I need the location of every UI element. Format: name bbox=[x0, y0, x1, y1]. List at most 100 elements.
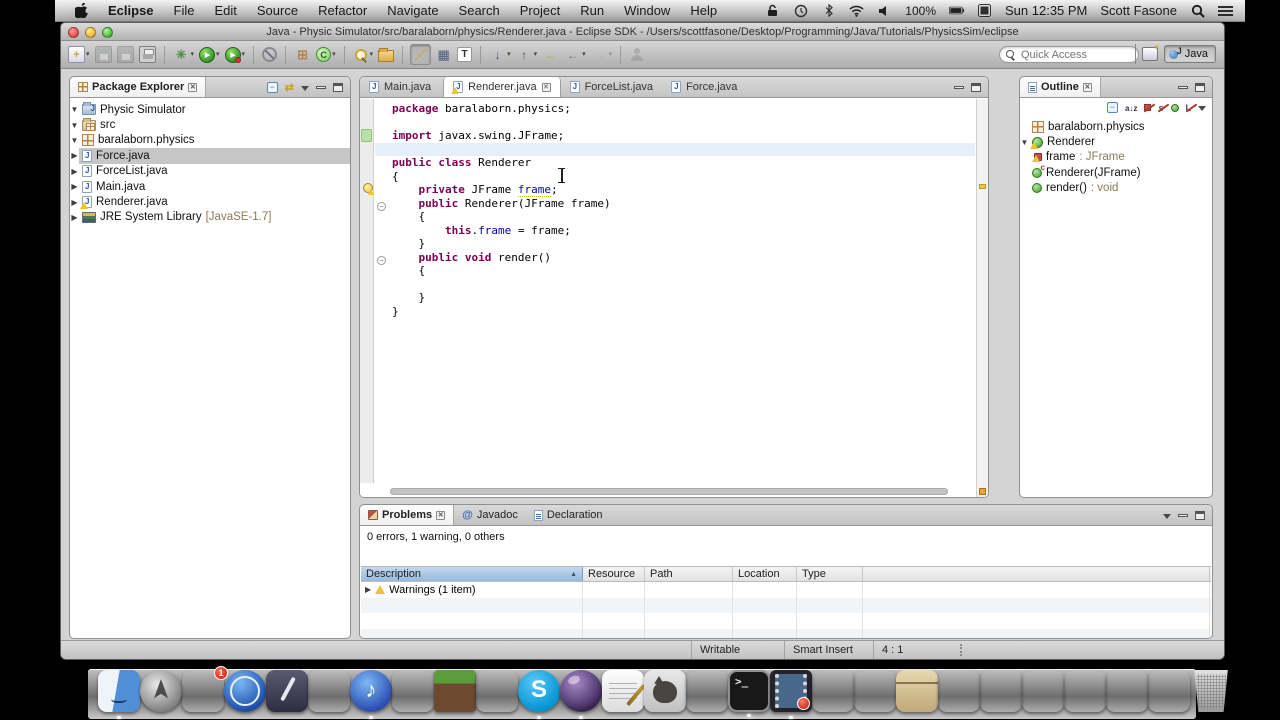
code-line[interactable]: public void render() bbox=[375, 251, 975, 265]
minimize-editor-icon[interactable] bbox=[954, 85, 964, 89]
window-title-bar[interactable]: Java - Physic Simulator/src/baralaborn/p… bbox=[61, 23, 1224, 41]
zoom-window-button[interactable] bbox=[102, 26, 113, 38]
mark-occurrences-button[interactable] bbox=[410, 44, 432, 65]
dock-activity-monitor-icon[interactable] bbox=[1106, 670, 1148, 712]
new-button[interactable]: ▾ bbox=[67, 45, 91, 64]
dropdown-arrow-icon[interactable]: ▾ bbox=[242, 51, 246, 58]
dock-jar-file-icon[interactable] bbox=[854, 670, 896, 712]
quick-access-input[interactable] bbox=[1019, 47, 1132, 62]
menu-item-edit[interactable]: Edit bbox=[204, 0, 246, 22]
sort-icon[interactable]: a↓z bbox=[1125, 103, 1137, 113]
show-public-icon[interactable] bbox=[1170, 103, 1179, 112]
apple-menu-icon[interactable] bbox=[65, 0, 98, 22]
dock-finder-icon[interactable] bbox=[98, 670, 140, 719]
dropdown-arrow-icon[interactable]: ▾ bbox=[609, 51, 613, 58]
dock-trash-icon[interactable] bbox=[1194, 670, 1228, 712]
dock-launchpad-icon[interactable] bbox=[140, 670, 182, 712]
table-row[interactable]: ▶ Warnings (1 item) bbox=[361, 582, 1211, 598]
time-machine-icon[interactable] bbox=[793, 3, 808, 18]
code-line[interactable] bbox=[375, 278, 975, 292]
table-row[interactable] bbox=[361, 597, 1211, 613]
close-icon[interactable]: ✕ bbox=[188, 82, 198, 92]
editor-tab-forcelist-java[interactable]: ForceList.java bbox=[561, 77, 662, 97]
dock-system-preferences-icon[interactable] bbox=[308, 670, 350, 712]
dock-skype-icon[interactable] bbox=[518, 670, 560, 719]
warning-marker-icon[interactable] bbox=[361, 183, 374, 195]
tab-package-explorer[interactable]: Package Explorer ✕ bbox=[70, 77, 207, 97]
column-header-resource[interactable]: Resource bbox=[583, 567, 645, 581]
wifi-icon[interactable] bbox=[849, 3, 864, 18]
code-line[interactable] bbox=[375, 142, 975, 156]
expand-arrow-icon[interactable]: ▼ bbox=[70, 136, 79, 145]
dock-dictionary-icon[interactable] bbox=[476, 670, 518, 712]
menu-bar-clock[interactable]: Sun 12:35 PM bbox=[1005, 3, 1087, 18]
code-editor[interactable]: package baralaborn.physics; import javax.… bbox=[360, 99, 988, 497]
open-perspective-icon[interactable] bbox=[1141, 43, 1160, 61]
dock-package-brown-icon[interactable] bbox=[980, 670, 1022, 712]
column-header-path[interactable]: Path bbox=[645, 567, 733, 581]
dropdown-arrow-icon[interactable]: ▾ bbox=[332, 51, 336, 58]
java-perspective-button[interactable]: Java bbox=[1163, 45, 1216, 63]
package-explorer-item[interactable]: ▶ Force.java bbox=[70, 148, 350, 164]
last-edit-location-button[interactable]: ← bbox=[541, 45, 560, 64]
expand-arrow-icon[interactable]: ▶ bbox=[70, 213, 79, 222]
close-icon[interactable]: ✕ bbox=[541, 82, 551, 92]
previous-annotation-button[interactable]: ↑ ▾ bbox=[515, 45, 539, 64]
dock-folder-blue-icon[interactable] bbox=[812, 670, 854, 712]
dropdown-arrow-icon[interactable]: ▾ bbox=[534, 51, 538, 58]
dock-cyberduck-icon[interactable] bbox=[1022, 670, 1064, 712]
outline-row-body[interactable]: render() : void bbox=[1029, 181, 1121, 196]
package-explorer-row-body[interactable]: JRE System Library [JavaSE-1.7] bbox=[79, 210, 274, 225]
view-menu-icon[interactable] bbox=[301, 85, 309, 91]
column-header-location[interactable]: Location bbox=[733, 567, 797, 581]
minimize-view-icon[interactable] bbox=[1178, 85, 1188, 89]
battery-icon[interactable] bbox=[949, 3, 964, 18]
overview-ruler[interactable] bbox=[976, 99, 988, 497]
package-explorer-row-body[interactable]: baralaborn.physics bbox=[79, 133, 198, 148]
fold-collapse-icon[interactable]: − bbox=[377, 201, 386, 211]
editor-gutter[interactable] bbox=[360, 99, 374, 483]
show-view-table-button[interactable] bbox=[434, 45, 453, 64]
menu-item-run[interactable]: Run bbox=[570, 0, 614, 22]
tab-declaration[interactable]: Declaration bbox=[526, 505, 611, 525]
outline-row-body[interactable]: baralaborn.physics bbox=[1029, 119, 1148, 134]
expand-arrow-icon[interactable]: ▶ bbox=[365, 585, 371, 594]
collapse-all-icon[interactable]: − bbox=[1107, 102, 1119, 113]
bluetooth-icon[interactable] bbox=[821, 3, 836, 18]
dock-textedit-icon[interactable] bbox=[602, 670, 644, 712]
menu-item-eclipse[interactable]: Eclipse bbox=[98, 0, 164, 22]
code-lines[interactable]: package baralaborn.physics; import javax.… bbox=[375, 102, 975, 318]
spotlight-icon[interactable] bbox=[1190, 3, 1205, 18]
menu-bar-user[interactable]: Scott Fasone bbox=[1100, 3, 1177, 18]
tab-outline[interactable]: Outline ✕ bbox=[1020, 77, 1101, 97]
outline-item[interactable]: baralaborn.physics bbox=[1020, 119, 1212, 134]
package-explorer-row-body[interactable]: Force.java bbox=[79, 148, 350, 164]
menu-item-project[interactable]: Project bbox=[510, 0, 570, 22]
dock-box-icon[interactable] bbox=[896, 670, 938, 712]
dropdown-arrow-icon[interactable]: ▾ bbox=[216, 51, 220, 58]
close-icon[interactable]: ✕ bbox=[436, 510, 446, 520]
package-explorer-item[interactable]: ▶ Main.java bbox=[70, 179, 350, 194]
close-window-button[interactable] bbox=[68, 26, 79, 38]
skip-breakpoints-button[interactable] bbox=[261, 46, 278, 63]
package-explorer-row-body[interactable]: Renderer.java bbox=[79, 194, 171, 210]
dock-doc-file-icon[interactable] bbox=[1148, 670, 1190, 712]
expand-arrow-icon[interactable]: ▶ bbox=[70, 151, 79, 160]
maximize-view-icon[interactable] bbox=[1195, 510, 1205, 520]
dock-limechat-icon[interactable] bbox=[686, 670, 728, 712]
print-button[interactable] bbox=[138, 45, 157, 64]
tab-javadoc[interactable]: @ Javadoc bbox=[454, 505, 526, 525]
outline-item[interactable]: frame : JFrame bbox=[1020, 150, 1212, 165]
run-coverage-button[interactable]: ▾ bbox=[224, 46, 247, 64]
dock-terminal-icon[interactable] bbox=[728, 670, 770, 717]
package-explorer-item[interactable]: ▼ baralaborn.physics bbox=[70, 133, 350, 148]
code-line[interactable]: package baralaborn.physics; bbox=[375, 102, 975, 116]
expand-arrow-icon[interactable]: ▼ bbox=[1020, 138, 1029, 147]
editor-tab-force-java[interactable]: Force.java bbox=[662, 77, 746, 97]
view-menu-icon[interactable] bbox=[1198, 106, 1206, 111]
hide-static-icon[interactable]: s bbox=[1158, 103, 1163, 113]
code-line[interactable]: { bbox=[375, 264, 975, 278]
dock-quicktime-icon[interactable] bbox=[770, 670, 812, 719]
code-line[interactable]: public class Renderer bbox=[375, 156, 975, 170]
new-java-class-button[interactable]: ▾ bbox=[315, 46, 337, 63]
